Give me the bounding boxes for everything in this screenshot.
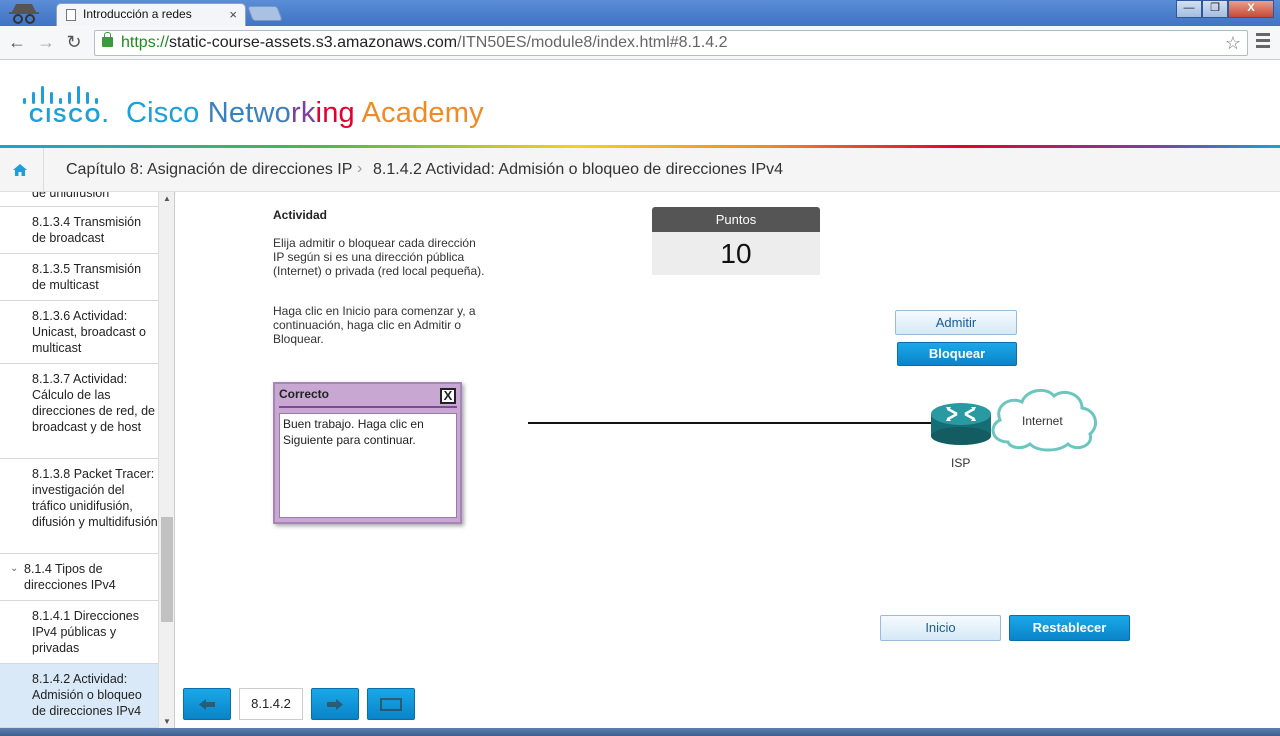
breadcrumb-divider xyxy=(43,148,44,192)
previous-button[interactable] xyxy=(183,688,231,720)
lock-icon xyxy=(102,32,113,47)
screen-icon xyxy=(380,698,402,711)
new-tab-button[interactable] xyxy=(247,6,283,21)
bookmark-star-icon[interactable]: ☆ xyxy=(1225,31,1241,55)
cisco-logo-icon xyxy=(23,82,107,104)
activity-instructions: Haga clic en Inicio para comenzar y, a c… xyxy=(273,304,476,346)
academy-part: Academy xyxy=(354,97,484,129)
sidebar-item[interactable]: 8.1.3.7 Actividad: Cálculo de las direcc… xyxy=(0,364,158,459)
minimize-button[interactable]: — xyxy=(1176,0,1202,18)
url-scheme: https:// xyxy=(121,34,170,51)
start-button[interactable]: Inicio xyxy=(880,615,1001,641)
next-button[interactable] xyxy=(311,688,359,720)
sidebar-item-label: 8.1.3.7 Actividad: Cálculo de las direcc… xyxy=(32,372,155,434)
reset-button[interactable]: Restablecer xyxy=(1009,615,1130,641)
close-icon[interactable]: X xyxy=(440,388,456,404)
sidebar-item[interactable]: de unidifusión xyxy=(0,192,158,207)
close-window-button[interactable]: X xyxy=(1228,0,1274,18)
points-label: Puntos xyxy=(652,207,820,232)
site-header: CISCO. Cisco Networking Academy xyxy=(0,60,1280,146)
academy-title: Cisco Networking Academy xyxy=(126,97,484,130)
activity-content: Actividad Elija admitir o bloquear cada … xyxy=(176,192,1280,728)
allow-button[interactable]: Admitir xyxy=(895,310,1017,335)
sidebar-item[interactable]: 8.1.3.6 Actividad: Unicast, broadcast o … xyxy=(0,301,158,364)
sidebar-item[interactable]: 8.1.4.1 Direcciones IPv4 públicas y priv… xyxy=(0,601,158,664)
cisco-wordmark: CISCO. xyxy=(29,105,110,127)
arrow-right-icon xyxy=(327,699,343,710)
sidebar-item-label: 8.1.4 Tipos de direcciones IPv4 xyxy=(24,562,116,592)
activity-instructions: Elija admitir o bloquear cada dirección … xyxy=(273,236,485,278)
sidebar-scrollbar[interactable]: ▲ ▼ xyxy=(158,192,174,728)
menu-icon[interactable] xyxy=(1256,33,1270,49)
forward-icon[interactable]: → xyxy=(35,32,57,52)
academy-part: ing xyxy=(315,97,355,129)
browser-titlebar: Introducción a redes × — ❐ X xyxy=(0,0,1280,26)
dialog-title: Correcto xyxy=(279,387,330,401)
back-icon[interactable]: ← xyxy=(6,32,28,52)
tab-close-icon[interactable]: × xyxy=(229,4,237,25)
sidebar-item-label: 8.1.4.1 Direcciones IPv4 públicas y priv… xyxy=(32,609,140,655)
page-indicator: 8.1.4.2 xyxy=(239,688,303,720)
router-icon xyxy=(931,403,991,445)
scroll-down-icon[interactable]: ▼ xyxy=(163,717,171,726)
sidebar-item-label: 8.1.4.2 Actividad: Admisión o bloqueo de… xyxy=(32,672,142,718)
sidebar-item-label: de unidifusión xyxy=(32,192,110,200)
url-path: /ITN50ES/module8/index.html#8.1.4.2 xyxy=(457,34,728,51)
sidebar-item-label: 8.1.3.6 Actividad: Unicast, broadcast o … xyxy=(32,309,146,355)
address-bar[interactable]: https://static-course-assets.s3.amazonaw… xyxy=(94,30,1248,56)
chevron-down-icon: ⌄ xyxy=(10,563,19,574)
points-panel: Puntos 10 xyxy=(652,207,820,275)
home-icon[interactable] xyxy=(13,164,27,176)
sidebar-section[interactable]: ⌄ 8.1.4 Tipos de direcciones IPv4 xyxy=(0,554,158,601)
block-button[interactable]: Bloquear xyxy=(897,342,1017,366)
breadcrumb: Capítulo 8: Asignación de direcciones IP… xyxy=(0,148,1280,192)
url-host: static-course-assets.s3.amazonaws.com xyxy=(169,34,458,51)
course-sidebar: de unidifusión 8.1.3.4 Transmisión de br… xyxy=(0,192,175,728)
sidebar-item-label: 8.1.3.4 Transmisión de broadcast xyxy=(32,215,142,245)
sidebar-item[interactable]: 8.1.3.5 Transmisión de multicast xyxy=(0,254,158,301)
scroll-up-icon[interactable]: ▲ xyxy=(163,194,171,203)
isp-label: ISP xyxy=(951,456,971,470)
arrow-left-icon xyxy=(199,699,215,710)
sidebar-item-active[interactable]: 8.1.4.2 Actividad: Admisión o bloqueo de… xyxy=(0,664,158,728)
dialog-divider xyxy=(279,406,457,408)
window-controls: — ❐ X xyxy=(1176,0,1274,18)
maximize-button[interactable]: ❐ xyxy=(1202,0,1228,18)
incognito-icon xyxy=(9,4,39,24)
fullscreen-button[interactable] xyxy=(367,688,415,720)
dialog-message: Buen trabajo. Haga clic en Siguiente par… xyxy=(279,413,457,518)
academy-part: Netwo xyxy=(207,97,291,129)
scrollbar-thumb[interactable] xyxy=(161,517,173,622)
academy-part: Cisco xyxy=(126,97,208,129)
sidebar-item-label: 8.1.3.5 Transmisión de multicast xyxy=(32,262,142,292)
browser-toolbar: ← → ↻ https://static-course-assets.s3.am… xyxy=(0,26,1280,60)
breadcrumb-current: 8.1.4.2 Actividad: Admisión o bloqueo de… xyxy=(373,161,784,178)
internet-label: Internet xyxy=(1022,414,1063,428)
network-link xyxy=(528,422,933,424)
correct-dialog: Correcto X Buen trabajo. Haga clic en Si… xyxy=(273,382,462,524)
academy-part: rk xyxy=(290,97,316,129)
page-icon xyxy=(66,9,76,21)
activity-title: Actividad xyxy=(273,208,328,222)
os-taskbar xyxy=(0,728,1280,736)
points-value: 10 xyxy=(652,232,820,275)
breadcrumb-chevron: › xyxy=(357,160,363,177)
reload-icon[interactable]: ↻ xyxy=(63,32,85,52)
sidebar-item[interactable]: 8.1.3.4 Transmisión de broadcast xyxy=(0,207,158,254)
breadcrumb-chapter[interactable]: Capítulo 8: Asignación de direcciones IP xyxy=(66,161,352,179)
sidebar-item[interactable]: 8.1.3.8 Packet Tracer: investigación del… xyxy=(0,459,158,554)
tab-title: Introducción a redes xyxy=(83,7,192,21)
browser-tab[interactable]: Introducción a redes × xyxy=(56,3,246,26)
sidebar-item-label: 8.1.3.8 Packet Tracer: investigación del… xyxy=(32,467,158,529)
